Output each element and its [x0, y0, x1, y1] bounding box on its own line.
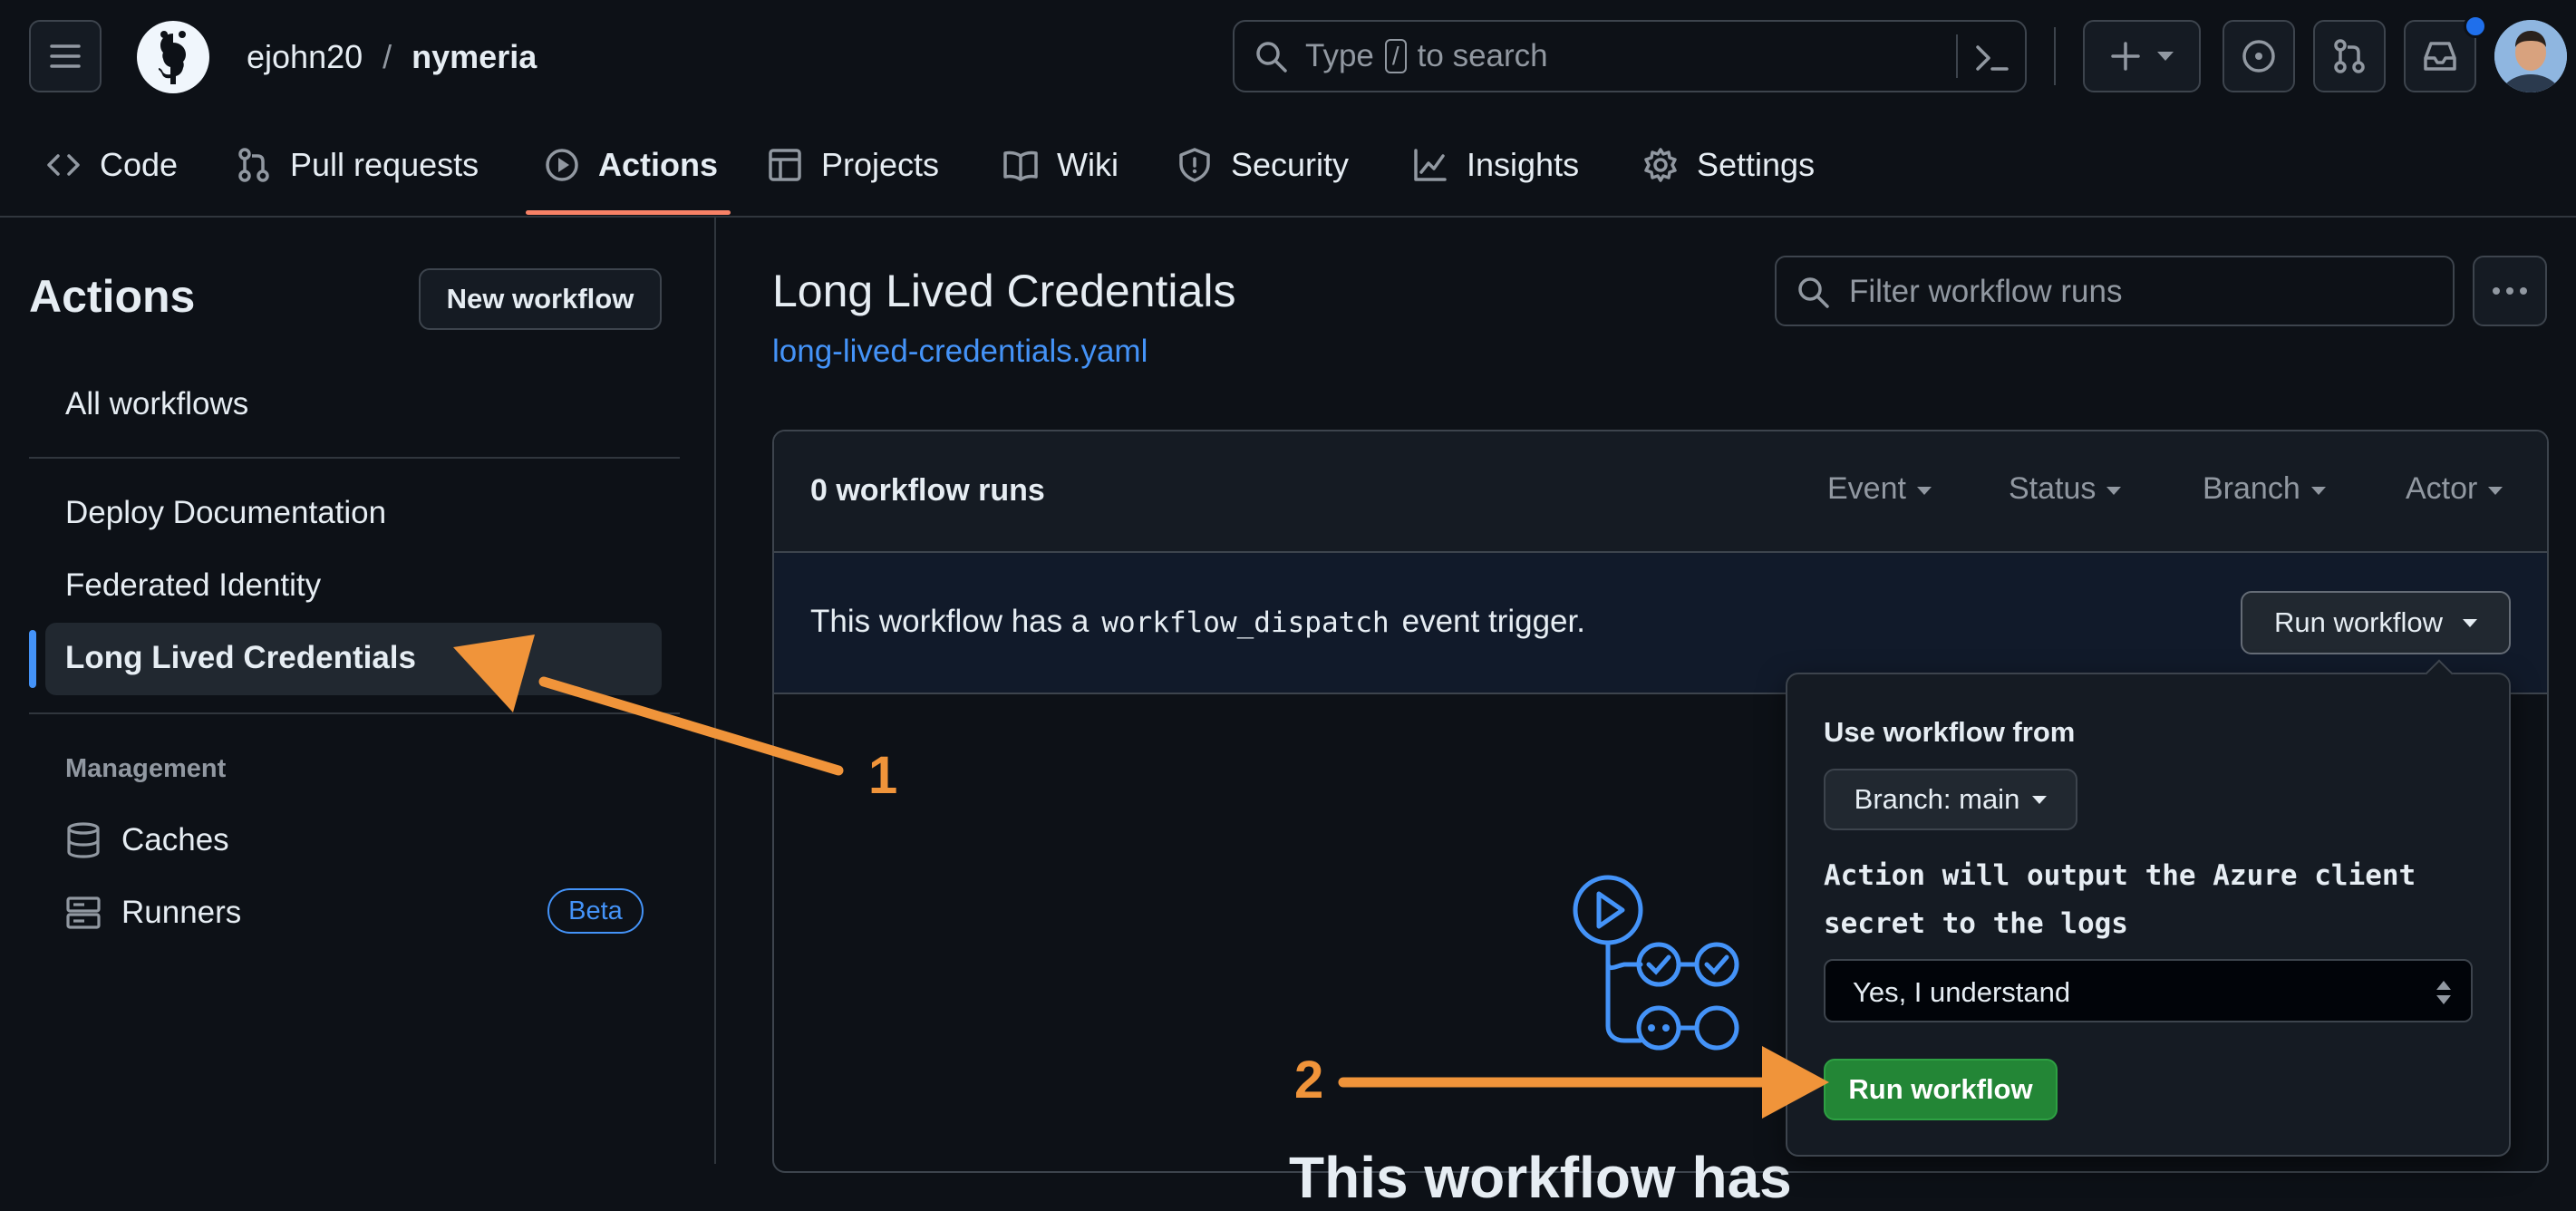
annotation-step-2: 2 [1294, 1051, 1324, 1109]
annotation-step-1: 1 [868, 746, 898, 805]
annotation-arrow-1-icon [453, 635, 1829, 1119]
